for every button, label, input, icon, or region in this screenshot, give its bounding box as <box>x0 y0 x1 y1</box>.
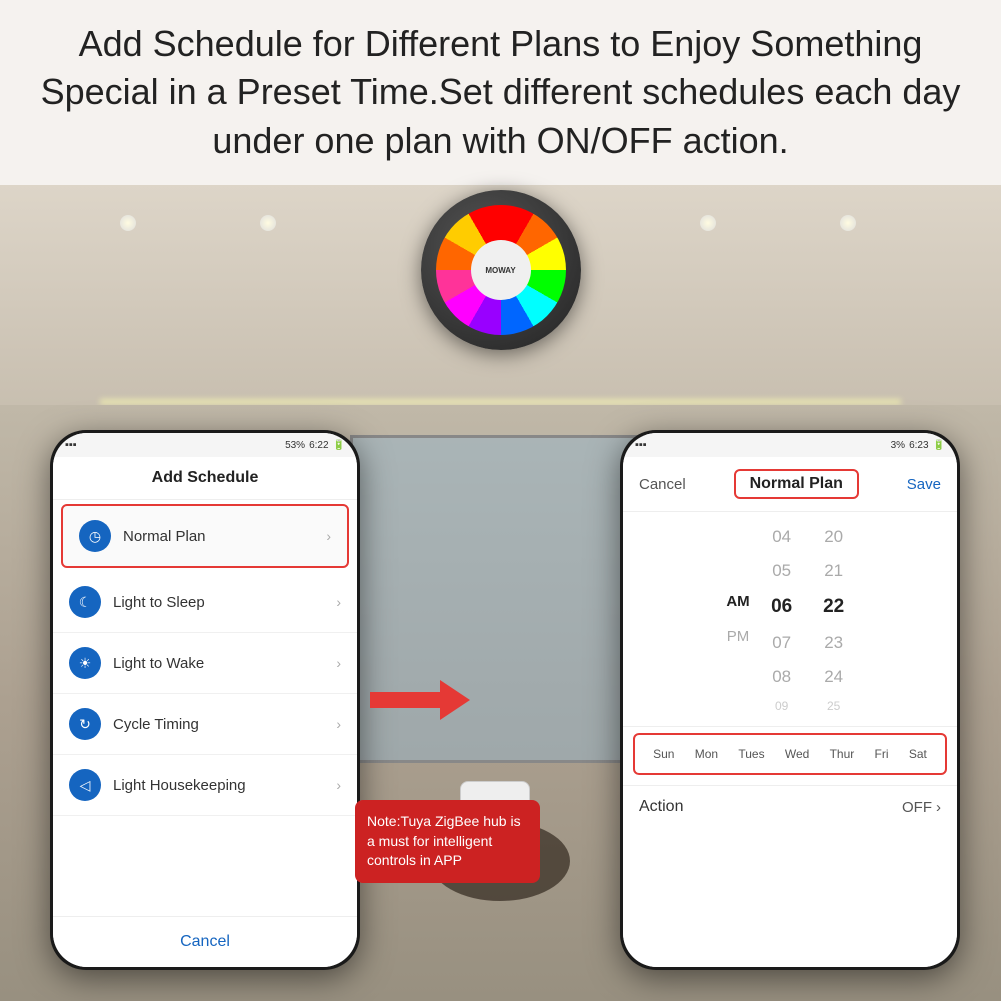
left-status-bar: ▪▪▪ 53% 6:22 🔋 <box>53 433 357 457</box>
action-value-text: OFF <box>902 799 932 816</box>
recessed-light <box>260 215 276 231</box>
phone-left: ▪▪▪ 53% 6:22 🔋 Add Schedule ◷ Normal Pla… <box>50 430 360 970</box>
min-25: 25 <box>814 694 854 718</box>
minutes-column[interactable]: 20 21 22 23 24 25 <box>814 520 854 718</box>
sun-icon: ☀ <box>79 655 92 672</box>
action-label: Action <box>639 798 683 816</box>
arrow-container <box>370 680 470 720</box>
day-sat[interactable]: Sat <box>905 745 931 763</box>
left-screen-content: Add Schedule ◷ Normal Plan › ☾ Light to … <box>53 457 357 967</box>
min-23: 23 <box>814 626 854 660</box>
ampm-column: AM PM <box>726 588 749 650</box>
add-schedule-title: Add Schedule <box>152 469 259 486</box>
hour-04: 04 <box>762 520 802 554</box>
right-screen-header: Cancel Normal Plan Save <box>623 457 957 512</box>
left-time: 6:22 <box>309 440 328 451</box>
action-row[interactable]: Action OFF › <box>623 785 957 828</box>
recessed-light <box>120 215 136 231</box>
light-to-wake-label: Light to Wake <box>113 655 336 672</box>
right-time: 6:23 <box>909 440 928 451</box>
left-signal: ▪▪▪ <box>65 439 77 451</box>
right-status-bar: ▪▪▪ 3% 6:23 🔋 <box>623 433 957 457</box>
clock-icon: ◷ <box>89 528 101 545</box>
left-phone-screen: ▪▪▪ 53% 6:22 🔋 Add Schedule ◷ Normal Pla… <box>53 433 357 967</box>
menu-item-light-to-wake[interactable]: ☀ Light to Wake › <box>53 633 357 694</box>
left-screen-header: Add Schedule <box>53 457 357 500</box>
right-battery-pct: 3% <box>891 440 905 451</box>
light-to-wake-icon: ☀ <box>69 647 101 679</box>
left-battery-icon: 🔋 <box>333 440 345 451</box>
right-cancel-button[interactable]: Cancel <box>639 476 686 493</box>
wake-chevron: › <box>336 655 341 671</box>
hour-08: 08 <box>762 660 802 694</box>
right-status-icons: 3% 6:23 🔋 <box>891 440 945 451</box>
normal-plan-icon: ◷ <box>79 520 111 552</box>
light-housekeeping-label: Light Housekeeping <box>113 777 336 794</box>
menu-item-cycle-timing[interactable]: ↻ Cycle Timing › <box>53 694 357 755</box>
right-battery-icon: 🔋 <box>933 440 945 451</box>
min-21: 21 <box>814 554 854 588</box>
cancel-button[interactable]: Cancel <box>180 933 230 951</box>
light-housekeeping-icon: ◁ <box>69 769 101 801</box>
moon-icon: ☾ <box>79 594 92 611</box>
min-24: 24 <box>814 660 854 694</box>
left-footer: Cancel <box>53 916 357 967</box>
left-status-icons: 53% 6:22 🔋 <box>285 440 345 451</box>
cycle-timing-icon: ↻ <box>69 708 101 740</box>
normal-plan-chevron: › <box>326 528 331 544</box>
note-box: Note:Tuya ZigBee hub is a must for intel… <box>355 800 540 883</box>
day-thur[interactable]: Thur <box>826 745 859 763</box>
right-phone-screen: ▪▪▪ 3% 6:23 🔋 Cancel Normal Plan Save AM <box>623 433 957 967</box>
recessed-light <box>700 215 716 231</box>
day-sun[interactable]: Sun <box>649 745 678 763</box>
phone-right: ▪▪▪ 3% 6:23 🔋 Cancel Normal Plan Save AM <box>620 430 960 970</box>
normal-plan-title: Normal Plan <box>734 469 859 499</box>
note-text: Note:Tuya ZigBee hub is a must for intel… <box>367 813 521 868</box>
action-value-container[interactable]: OFF › <box>902 799 941 816</box>
time-picker[interactable]: AM PM 04 05 06 07 08 09 20 21 22 23 <box>623 512 957 727</box>
right-screen-content: Cancel Normal Plan Save AM PM 04 05 06 <box>623 457 957 967</box>
hours-column[interactable]: 04 05 06 07 08 09 <box>762 520 802 718</box>
cycle-chevron: › <box>336 716 341 732</box>
day-fri[interactable]: Fri <box>871 745 893 763</box>
light-to-sleep-icon: ☾ <box>69 586 101 618</box>
min-20: 20 <box>814 520 854 554</box>
save-button[interactable]: Save <box>907 476 941 493</box>
normal-plan-label: Normal Plan <box>123 528 326 545</box>
light-to-sleep-label: Light to Sleep <box>113 594 336 611</box>
menu-item-light-to-sleep[interactable]: ☾ Light to Sleep › <box>53 572 357 633</box>
right-signal: ▪▪▪ <box>635 439 647 451</box>
pm-option[interactable]: PM <box>727 623 750 650</box>
left-battery-pct: 53% <box>285 440 305 451</box>
am-option[interactable]: AM <box>726 588 749 615</box>
hour-06-selected: 06 <box>762 588 802 626</box>
menu-item-light-housekeeping[interactable]: ◁ Light Housekeeping › <box>53 755 357 816</box>
led-product-circle: MOWAY <box>421 190 581 350</box>
direction-arrow <box>370 680 470 720</box>
hour-07: 07 <box>762 626 802 660</box>
sleep-chevron: › <box>336 594 341 610</box>
day-mon[interactable]: Mon <box>691 745 722 763</box>
min-22-selected: 22 <box>814 588 854 626</box>
header-text: Add Schedule for Different Plans to Enjo… <box>40 20 961 166</box>
hour-09: 09 <box>762 694 802 718</box>
menu-item-normal-plan[interactable]: ◷ Normal Plan › <box>61 504 349 568</box>
cycle-icon: ↻ <box>79 716 91 733</box>
action-chevron: › <box>936 799 941 816</box>
hour-05: 05 <box>762 554 802 588</box>
day-tues[interactable]: Tues <box>734 745 768 763</box>
header-area: Add Schedule for Different Plans to Enjo… <box>0 0 1001 185</box>
led-center-label: MOWAY <box>471 240 531 300</box>
led-strip-visual: MOWAY <box>436 205 566 335</box>
day-wed[interactable]: Wed <box>781 745 813 763</box>
speaker-icon: ◁ <box>80 777 91 794</box>
cycle-timing-label: Cycle Timing <box>113 716 336 733</box>
housekeeping-chevron: › <box>336 777 341 793</box>
days-of-week-row[interactable]: Sun Mon Tues Wed Thur Fri Sat <box>633 733 947 775</box>
recessed-light <box>840 215 856 231</box>
normal-plan-heading: Normal Plan <box>750 475 843 492</box>
